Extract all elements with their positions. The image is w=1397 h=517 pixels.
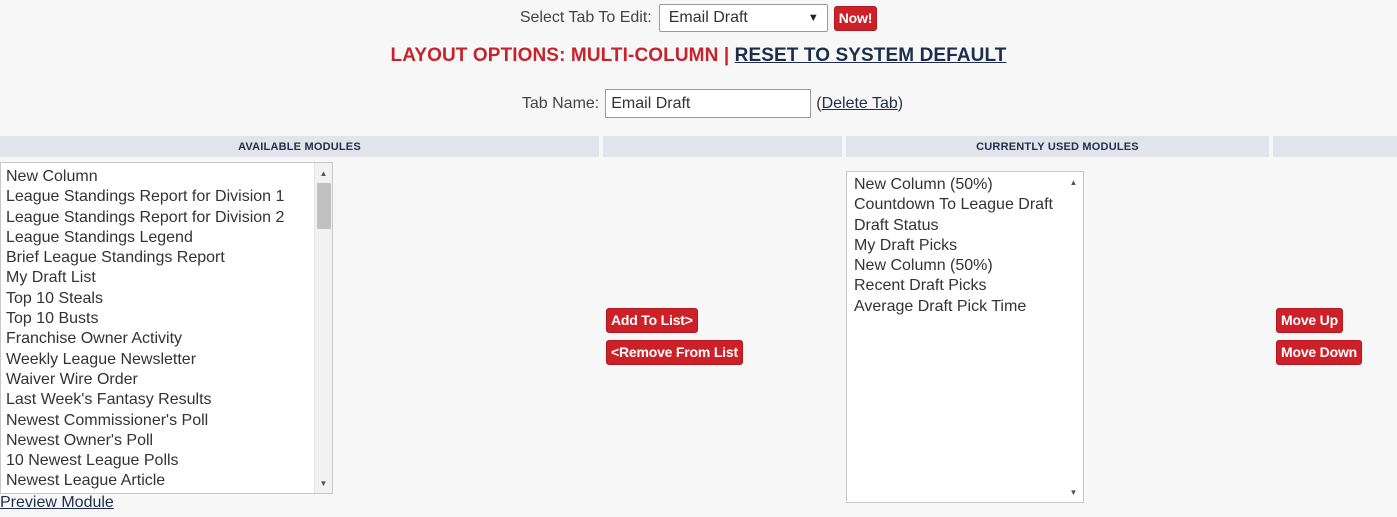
list-item[interactable]: Newest League Article (6, 471, 332, 491)
current-modules-list[interactable]: New Column (50%) Countdown To League Draf… (846, 171, 1084, 503)
scroll-down-icon[interactable]: ▼ (1065, 484, 1082, 500)
header-middle (603, 136, 842, 157)
scroll-up-icon[interactable]: ▲ (315, 165, 332, 181)
list-item[interactable]: Recent Draft Picks (854, 276, 1083, 296)
available-items: New Column League Standings Report for Di… (1, 163, 332, 492)
list-item[interactable]: Top 10 Busts (6, 309, 332, 329)
add-to-list-button[interactable]: Add To List> (606, 308, 698, 333)
tab-name-value: Email Draft (611, 94, 691, 112)
header-current-modules: CURRENTLY USED MODULES (846, 136, 1269, 157)
chevron-down-icon: ▼ (807, 12, 819, 24)
list-item[interactable]: Waiver Wire Order (6, 370, 332, 390)
move-down-button[interactable]: Move Down (1276, 340, 1362, 365)
list-item[interactable]: Weekly League Newsletter (6, 350, 332, 370)
now-button[interactable]: Now! (833, 5, 878, 31)
scroll-thumb[interactable] (317, 183, 331, 229)
preview-module-link[interactable]: Preview Module (0, 494, 114, 512)
remove-from-list-button[interactable]: <Remove From List (606, 340, 743, 365)
layout-options: LAYOUT OPTIONS: MULTI-COLUMN | RESET TO … (0, 45, 1397, 67)
list-item[interactable]: League Standings Report for Division 2 (6, 208, 332, 228)
list-item[interactable]: League Standings Report for Division 1 (6, 187, 332, 207)
list-item[interactable]: Franchise Owner Activity (6, 329, 332, 349)
list-item[interactable]: Draft Status (854, 216, 1083, 236)
tab-select-value: Email Draft (668, 9, 748, 26)
list-item[interactable]: League Standings Legend (6, 228, 332, 248)
list-item[interactable]: My Draft Picks (854, 236, 1083, 256)
list-item[interactable]: Last Week's Fantasy Results (6, 390, 332, 410)
current-items: New Column (50%) Countdown To League Draf… (847, 172, 1083, 317)
delete-paren-close: ) (897, 94, 904, 112)
select-tab-row: Select Tab To Edit: Email Draft ▼ Now! (0, 4, 1397, 32)
list-item[interactable]: New Column (6, 167, 332, 187)
scroll-up-icon[interactable]: ▲ (1065, 174, 1082, 190)
tab-name-label: Tab Name: (521, 94, 600, 112)
list-item[interactable]: Newest Commissioner's Poll (6, 411, 332, 431)
current-scrollbar[interactable]: ▲ ▼ (1065, 172, 1083, 502)
tab-name-row: Tab Name: Email Draft (Delete Tab) (0, 89, 1397, 118)
list-item[interactable]: Brief League Standings Report (6, 248, 332, 268)
list-item[interactable]: Top 10 Steals (6, 289, 332, 309)
tab-name-input[interactable]: Email Draft (605, 89, 812, 118)
list-item[interactable]: New Column (50%) (854, 175, 1083, 195)
reset-default-link[interactable]: RESET TO SYSTEM DEFAULT (735, 45, 1007, 66)
header-available-modules: AVAILABLE MODULES (0, 136, 599, 157)
list-item[interactable]: New Column (50%) (854, 256, 1083, 276)
scroll-down-icon[interactable]: ▼ (315, 475, 332, 491)
delete-tab-link[interactable]: Delete Tab (822, 95, 898, 112)
available-scrollbar[interactable]: ▲ ▼ (314, 163, 332, 493)
layout-options-label: LAYOUT OPTIONS: MULTI-COLUMN (390, 45, 719, 66)
list-item[interactable]: 10 Newest League Polls (6, 451, 332, 471)
select-tab-label: Select Tab To Edit: (519, 9, 652, 26)
list-item[interactable]: Average Draft Pick Time (854, 297, 1083, 317)
list-item[interactable]: Newest Owner's Poll (6, 431, 332, 451)
layout-separator: | (723, 45, 730, 66)
move-up-button[interactable]: Move Up (1276, 308, 1343, 333)
tab-select[interactable]: Email Draft ▼ (658, 4, 828, 32)
list-item[interactable]: Countdown To League Draft (854, 195, 1083, 215)
header-right (1273, 136, 1397, 157)
list-item[interactable]: My Draft List (6, 268, 332, 288)
available-modules-list[interactable]: New Column League Standings Report for Di… (0, 162, 333, 494)
delete-tab: (Delete Tab) (816, 95, 903, 113)
